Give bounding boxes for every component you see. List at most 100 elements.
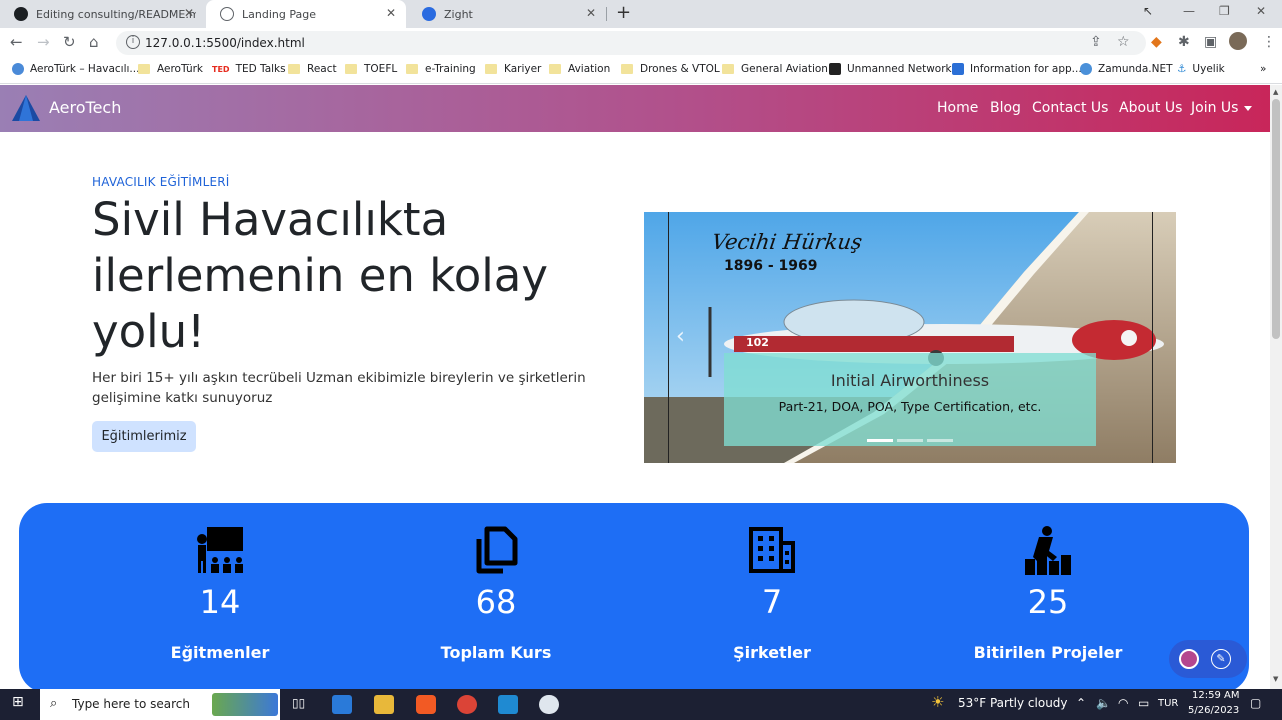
task-view-icon[interactable]: ▯▯ <box>292 696 305 710</box>
site-info-icon[interactable]: i <box>126 35 140 49</box>
tab-title: Editing consulting/README.md a <box>36 7 196 21</box>
nav-about-us[interactable]: About Us <box>1119 100 1182 116</box>
hero-carousel[interactable]: Vecihi Hürkuş 1896 - 1969 102 ‹ Initial … <box>644 212 1176 463</box>
bookmark-item[interactable]: AeroTürk <box>138 63 203 75</box>
scroll-down-icon[interactable]: ▼ <box>1273 675 1278 683</box>
cloud-app-icon[interactable] <box>539 695 559 714</box>
aircraft-number: 102 <box>746 336 769 349</box>
chrome-icon[interactable] <box>457 695 477 714</box>
search-icon: ⌕ <box>50 696 58 711</box>
more-bookmarks-icon[interactable]: » <box>1260 63 1266 75</box>
vscode-icon[interactable] <box>498 695 518 714</box>
close-tab-icon[interactable]: ✕ <box>386 6 396 20</box>
copy-icon <box>476 526 518 574</box>
reload-icon[interactable]: ↻ <box>63 33 76 51</box>
maximize-icon[interactable]: ❐ <box>1219 4 1230 18</box>
clock-time[interactable]: 12:59 AM <box>1192 690 1239 701</box>
brave-icon[interactable] <box>416 695 436 714</box>
bookmark-label: General Aviation <box>741 63 828 75</box>
share-icon[interactable]: ⇪ <box>1090 34 1102 50</box>
nav-blog[interactable]: Blog <box>990 100 1021 116</box>
weather-icon[interactable]: ☀ <box>931 693 944 711</box>
bookmark-label: Information for app... <box>970 63 1082 75</box>
minimize-icon[interactable]: — <box>1183 4 1195 18</box>
nav-contact-us[interactable]: Contact Us <box>1032 100 1108 116</box>
profile-avatar[interactable] <box>1229 32 1247 50</box>
shield-icon <box>829 63 841 75</box>
bookmark-item[interactable]: Aviation <box>549 63 610 75</box>
close-tab-icon[interactable]: ✕ <box>184 6 194 20</box>
tab-landing-page[interactable]: Landing Page ✕ <box>206 0 406 28</box>
forward-icon[interactable]: → <box>37 33 50 51</box>
file-explorer-icon[interactable] <box>374 695 394 714</box>
brand-name[interactable]: AeroTech <box>49 98 121 117</box>
volume-icon[interactable]: 🔈 <box>1096 696 1111 710</box>
side-panel-icon[interactable]: ▣ <box>1204 34 1217 50</box>
building-icon <box>749 527 795 573</box>
bookmark-item[interactable]: e-Training <box>406 63 476 75</box>
carousel-caption: Initial Airworthiness Part-21, DOA, POA,… <box>724 353 1096 446</box>
stat-value: 68 <box>475 583 517 621</box>
metamask-icon[interactable]: ◆ <box>1151 34 1162 50</box>
stat-value: 14 <box>199 583 241 621</box>
bookmark-item[interactable]: Unmanned Network <box>829 63 952 75</box>
bookmark-item[interactable]: TOEFL <box>345 63 397 75</box>
windows-taskbar: ⊞ ⌕ Type here to search ▯▯ ☀ 53°F Partly… <box>0 689 1282 720</box>
nav-home[interactable]: Home <box>937 100 978 116</box>
home-icon[interactable]: ⌂ <box>89 33 99 51</box>
bookmark-item[interactable]: General Aviation <box>722 63 828 75</box>
bookmark-label: React <box>307 63 337 75</box>
carousel-indicator-2[interactable] <box>897 439 923 442</box>
bookmark-item[interactable]: Information for app... <box>952 63 1082 75</box>
back-icon[interactable]: ← <box>10 33 23 51</box>
page-scrollbar[interactable]: ▲ ▼ <box>1270 85 1282 689</box>
carousel-prev-icon[interactable]: ‹ <box>676 324 685 349</box>
bookmark-item[interactable]: React <box>288 63 337 75</box>
trainings-button[interactable]: Eğitimlerimiz <box>92 421 196 452</box>
carousel-indicator-3[interactable] <box>927 439 953 442</box>
scroll-up-icon[interactable]: ▲ <box>1273 88 1278 96</box>
bookmark-item[interactable]: ⚓ Uyelik <box>1177 63 1225 75</box>
record-icon[interactable] <box>1179 649 1199 669</box>
folder-icon <box>345 64 357 74</box>
site-navbar: AeroTech Home Blog Contact Us About Us J… <box>0 85 1270 132</box>
bookmark-item[interactable]: Zamunda.NET <box>1080 63 1173 75</box>
tab-github-readme[interactable]: Editing consulting/README.md a ✕ <box>0 0 204 28</box>
language-indicator[interactable]: TUR <box>1158 698 1178 709</box>
new-tab-icon[interactable]: + <box>616 2 631 23</box>
chevron-up-icon[interactable]: ⌃ <box>1076 696 1086 710</box>
bookmark-item[interactable]: Drones & VTOL <box>621 63 720 75</box>
bookmark-item[interactable]: Kariyer <box>485 63 541 75</box>
menu-icon[interactable]: ⋮ <box>1262 34 1276 50</box>
mail-icon[interactable] <box>332 695 352 714</box>
carousel-indicator-1[interactable] <box>867 439 893 442</box>
wifi-icon[interactable]: ◠ <box>1118 696 1128 710</box>
scrollbar-thumb[interactable] <box>1272 99 1280 339</box>
pen-icon[interactable]: ✎ <box>1211 649 1231 669</box>
recorder-widget[interactable]: ✎ <box>1169 640 1247 678</box>
stat-label: Toplam Kurs <box>440 643 552 662</box>
close-window-icon[interactable]: ✕ <box>1256 4 1266 18</box>
bookmark-item[interactable]: AeroTürk – Havacılı... <box>12 63 139 75</box>
zight-icon <box>422 7 436 21</box>
windows-start-icon[interactable]: ⊞ <box>12 694 24 710</box>
info-folder-icon <box>952 63 964 75</box>
folder-icon <box>722 64 734 74</box>
taskbar-search[interactable]: ⌕ Type here to search <box>40 689 280 720</box>
extensions-icon[interactable]: ✱ <box>1178 34 1190 50</box>
bookmark-label: TED Talks <box>235 63 286 75</box>
hero-eyebrow: HAVACILIK EĞİTİMLERİ <box>92 175 230 189</box>
bookmark-star-icon[interactable]: ☆ <box>1117 34 1130 50</box>
nav-join-us[interactable]: Join Us <box>1191 100 1253 116</box>
close-tab-icon[interactable]: ✕ <box>586 6 596 20</box>
battery-icon[interactable]: ▭ <box>1138 696 1149 710</box>
aerotech-logo-icon[interactable] <box>11 93 41 123</box>
address-bar[interactable]: i 127.0.0.1:5500/index.html <box>116 31 1146 55</box>
tab-zight[interactable]: Zight ✕ <box>408 0 606 28</box>
bookmark-item[interactable]: TED TED Talks <box>212 63 286 75</box>
notifications-icon[interactable]: ▢ <box>1250 696 1261 710</box>
clock-date[interactable]: 5/26/2023 <box>1188 705 1239 716</box>
weather-text[interactable]: 53°F Partly cloudy <box>958 696 1068 710</box>
folder-icon <box>288 64 300 74</box>
bookmarks-bar: AeroTürk – Havacılı... AeroTürk TED TED T… <box>0 58 1282 84</box>
